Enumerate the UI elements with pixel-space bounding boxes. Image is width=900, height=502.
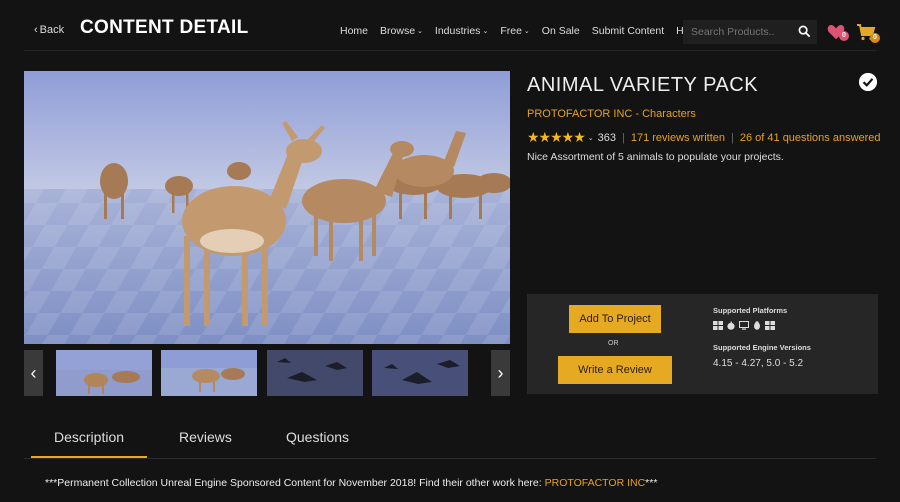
linux-icon [754, 321, 760, 330]
cart-count-badge: 0 [870, 33, 880, 43]
rating-count: 363 [597, 131, 616, 144]
bird-thumbnail-image [372, 350, 468, 396]
tabs-divider [24, 458, 876, 459]
tab-description[interactable]: Description [54, 429, 124, 445]
thumbnail-2[interactable] [161, 350, 257, 396]
chevron-left-icon: ‹ [30, 362, 37, 383]
header-divider [24, 50, 876, 51]
chevron-right-icon: › [497, 362, 504, 383]
deer-scene-image [24, 71, 510, 344]
thumbnail-1[interactable] [56, 350, 152, 396]
chevron-down-icon: ⌄ [523, 28, 530, 35]
write-review-button[interactable]: Write a Review [558, 356, 672, 384]
separator: | [731, 131, 734, 144]
monitor-icon [739, 321, 749, 330]
engine-versions-value: 4.15 - 4.27, 5.0 - 5.2 [713, 358, 804, 369]
bird-thumbnail-image [267, 350, 363, 396]
chevron-left-icon: ‹ [34, 24, 38, 36]
nav-industries[interactable]: Industries ⌄ [435, 25, 488, 37]
engine-versions-label: Supported Engine Versions [713, 343, 811, 352]
seller-work-link[interactable]: PROTOFACTOR INC [545, 477, 646, 489]
short-description: Nice Assortment of 5 animals to populate… [527, 151, 784, 163]
product-title: ANIMAL VARIETY PACK [527, 74, 759, 96]
thumbnail-4[interactable] [372, 350, 468, 396]
search-box [683, 20, 817, 44]
reviews-link[interactable]: 171 reviews written [631, 132, 725, 144]
deer-thumbnail-image [56, 350, 152, 396]
description-text: ***Permanent Collection Unreal Engine Sp… [45, 477, 657, 489]
back-label: Back [39, 24, 65, 36]
rating-row: ★★★★★ ⌄ 363 | 171 reviews written | 26 o… [527, 129, 881, 146]
nav-submit-content[interactable]: Submit Content [592, 25, 664, 37]
chevron-down-icon: ⌄ [482, 28, 489, 35]
chevron-down-icon[interactable]: ⌄ [588, 134, 594, 142]
thumbnail-3[interactable] [267, 350, 363, 396]
page-title: CONTENT DETAIL [80, 17, 249, 38]
star-rating-icon[interactable]: ★★★★★ [527, 129, 586, 146]
description-suffix: *** [645, 477, 658, 489]
description-prefix: ***Permanent Collection Unreal Engine Sp… [45, 477, 545, 489]
wishlist-count-badge: 0 [839, 31, 849, 41]
chevron-down-icon: ⌄ [417, 28, 423, 35]
prev-thumbnail-button[interactable]: ‹ [24, 350, 43, 396]
product-main-image[interactable] [24, 71, 510, 344]
windows-icon [765, 321, 775, 330]
or-label: OR [608, 340, 619, 347]
supported-platforms-label: Supported Platforms [713, 306, 788, 315]
separator: | [622, 131, 625, 144]
tab-questions[interactable]: Questions [286, 429, 349, 445]
nav-browse[interactable]: Browse ⌄ [380, 25, 423, 37]
action-panel: Add To Project OR Write a Review Support… [527, 294, 878, 394]
owned-check-icon [859, 73, 877, 91]
platform-icons [713, 321, 775, 330]
questions-link[interactable]: 26 of 41 questions answered [740, 132, 881, 144]
nav-home[interactable]: Home [340, 25, 368, 37]
main-nav: Home Browse ⌄ Industries ⌄ Free ⌄ On Sale S… [340, 25, 698, 37]
apple-icon [727, 321, 735, 330]
seller-link[interactable]: PROTOFACTOR INC - Characters [527, 108, 696, 120]
thumbnail-strip: ‹ › [24, 348, 510, 398]
deer-thumbnail-image [161, 350, 257, 396]
nav-free[interactable]: Free ⌄ [500, 25, 529, 37]
back-button[interactable]: ‹ Back [34, 24, 64, 36]
windows-icon [713, 321, 723, 330]
search-input[interactable] [683, 20, 793, 44]
nav-on-sale[interactable]: On Sale [542, 25, 580, 37]
tab-reviews[interactable]: Reviews [179, 429, 232, 445]
next-thumbnail-button[interactable]: › [491, 350, 510, 396]
search-icon[interactable] [798, 25, 811, 38]
top-header: ‹ Back CONTENT DETAIL Home Browse ⌄ Indus… [0, 0, 900, 60]
add-to-project-button[interactable]: Add To Project [569, 305, 661, 333]
